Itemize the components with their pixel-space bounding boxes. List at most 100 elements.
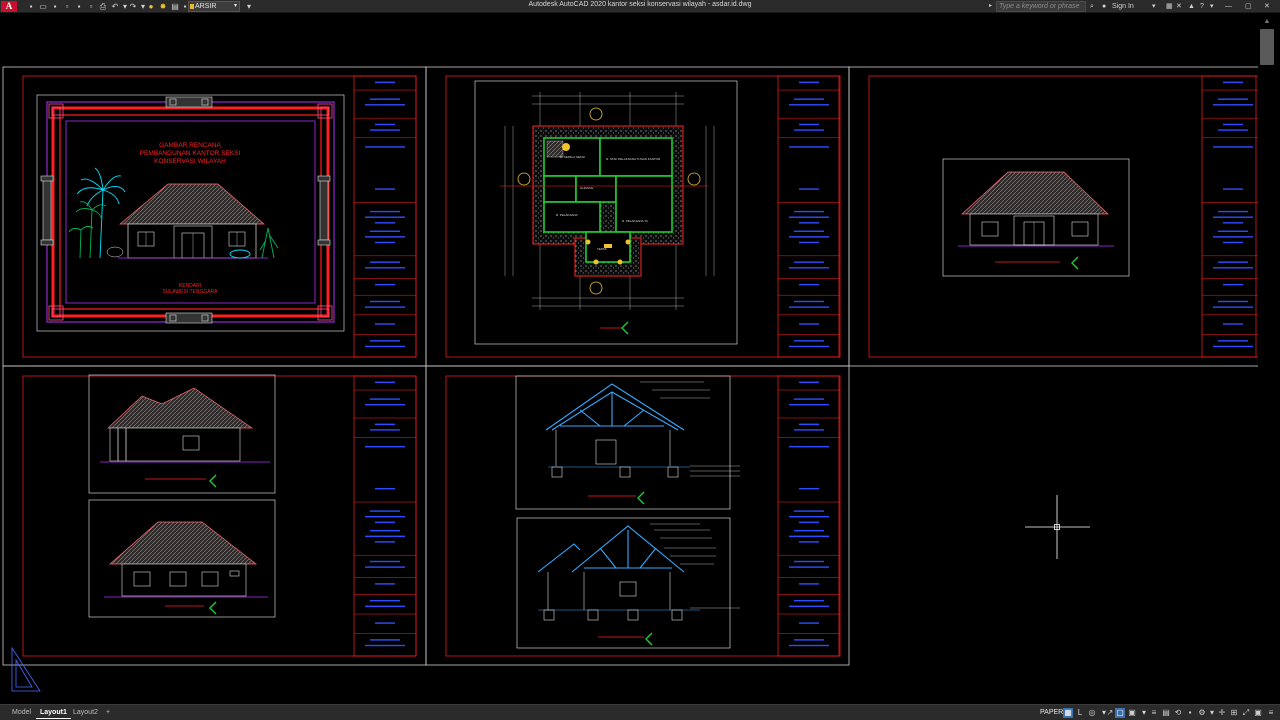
- section-b-leaders: [650, 523, 740, 609]
- layout-drawing[interactable]: GAMBAR RENCANA PEMBANGUNAN KANTOR SEKSI …: [0, 13, 1265, 704]
- minimize-icon[interactable]: —: [1225, 1, 1232, 12]
- title-block-text-line: [1213, 267, 1253, 269]
- paper-space-toggle[interactable]: PAPER: [1040, 708, 1063, 718]
- customize-icon[interactable]: ▾: [244, 2, 254, 11]
- title-block-text-line: [375, 123, 395, 126]
- help-dropdown-icon[interactable]: ▾: [1210, 1, 1214, 12]
- gear-dropdown-icon[interactable]: ▾: [1207, 708, 1217, 718]
- title-block-text-line: [799, 381, 819, 383]
- user-icon[interactable]: ●: [1102, 1, 1106, 12]
- title-block-text-line: [370, 230, 400, 232]
- plot-icon[interactable]: ⎙: [98, 2, 108, 11]
- connect-icon[interactable]: ▲: [1188, 1, 1195, 12]
- workspace-dropdown[interactable]: ARSIR ▾: [188, 1, 240, 12]
- hardware-accel-icon[interactable]: ▣: [1253, 708, 1263, 718]
- title-block-text-line: [370, 429, 400, 431]
- osnap-dropdown-icon[interactable]: ▾: [1139, 708, 1149, 718]
- tab-layout2[interactable]: Layout2: [69, 707, 102, 719]
- title-block-text-line: [1218, 230, 1248, 232]
- title-block-text-line: [365, 566, 405, 568]
- title-block-text-line: [365, 146, 405, 148]
- cloud-icon[interactable]: ▫: [86, 2, 96, 11]
- title-block-text-line: [789, 446, 829, 448]
- help-icon[interactable]: ?: [1200, 1, 1204, 12]
- isodraft-icon[interactable]: ↗: [1105, 708, 1115, 718]
- title-block-text-line: [365, 644, 405, 647]
- title-block-text-line: [1218, 340, 1248, 342]
- scroll-thumb[interactable]: [1260, 29, 1274, 65]
- title-block-text-line: [375, 488, 395, 490]
- title-block-text-line: [789, 516, 829, 518]
- undo-icon[interactable]: ↶: [110, 2, 120, 11]
- web-save-icon[interactable]: ▪: [74, 2, 84, 11]
- redo-icon[interactable]: ↷: [128, 2, 138, 11]
- title-block-text-line: [794, 530, 824, 532]
- workspace-label: ARSIR: [195, 3, 217, 10]
- title-block-text-line: [789, 216, 829, 218]
- light-bulb-icon[interactable]: ●: [146, 2, 156, 11]
- cover-location-line-2: SULAWESI TENGGARA: [162, 289, 218, 295]
- tab-layout1[interactable]: Layout1: [36, 707, 71, 719]
- title-block-text-line: [794, 261, 824, 263]
- section-a-paper: [515, 375, 731, 510]
- room-label-gudang: GUDANG: [580, 186, 594, 190]
- autocad-logo-icon[interactable]: A: [1, 1, 17, 12]
- maximize-icon[interactable]: ▢: [1245, 1, 1252, 12]
- search-icon[interactable]: ⌕: [1090, 1, 1094, 12]
- save-icon[interactable]: ▪: [50, 2, 60, 11]
- ortho-icon[interactable]: L: [1075, 708, 1085, 718]
- title-block-text-line: [1218, 98, 1248, 100]
- sign-in-link[interactable]: Sign In: [1112, 1, 1134, 12]
- customization-icon[interactable]: ≡: [1266, 708, 1276, 718]
- search-expand-icon[interactable]: ▸: [989, 1, 992, 12]
- osnap-icon[interactable]: ▢: [1115, 708, 1125, 718]
- title-block-text-line: [1213, 104, 1253, 106]
- chevron-down-icon: ▾: [233, 3, 237, 9]
- section-sheet: [515, 375, 740, 649]
- layer-icon[interactable]: ▤: [170, 2, 180, 11]
- pan-icon[interactable]: ✛: [1217, 708, 1227, 718]
- otrack-icon[interactable]: ▣: [1127, 708, 1137, 718]
- vertical-scrollbar[interactable]: ▲: [1258, 13, 1280, 704]
- tab-model[interactable]: Model: [8, 707, 35, 719]
- isolate-icon[interactable]: ⊞: [1229, 708, 1239, 718]
- save-as-icon[interactable]: ▫: [62, 2, 72, 11]
- polar-icon[interactable]: ◎: [1087, 708, 1097, 718]
- title-block-text-line: [370, 300, 400, 303]
- title-block-text-line: [375, 541, 395, 543]
- exchange-apps-icon[interactable]: ✕: [1176, 1, 1182, 12]
- section-b-paper: [516, 517, 731, 649]
- selection-cycling-icon[interactable]: ⟲: [1173, 708, 1183, 718]
- add-layout-icon[interactable]: +: [102, 707, 114, 719]
- open-icon[interactable]: ▭: [38, 2, 48, 11]
- title-block-text-line: [794, 129, 824, 131]
- annotation-icon[interactable]: ▪: [1185, 708, 1195, 718]
- scroll-up-icon[interactable]: ▲: [1260, 17, 1274, 27]
- title-block-text-line: [365, 104, 405, 106]
- title-block-text-line: [794, 98, 824, 100]
- title-block-text-line: [365, 345, 405, 348]
- transparency-icon[interactable]: ▤: [1161, 708, 1171, 718]
- title-block-text-line: [1218, 129, 1248, 131]
- title-block-text-line: [799, 541, 819, 543]
- title-block-text-line: [789, 104, 829, 106]
- cover-sheet: GAMBAR RENCANA PEMBANGUNAN KANTOR SEKSI …: [36, 94, 345, 332]
- title-block-text-line: [789, 306, 829, 308]
- close-icon[interactable]: ✕: [1264, 1, 1270, 12]
- lineweight-icon[interactable]: ≡: [1149, 708, 1159, 718]
- grid-icon[interactable]: ▦: [1063, 708, 1073, 718]
- title-block-text-line: [370, 639, 400, 641]
- sign-in-dropdown-icon[interactable]: ▾: [1152, 1, 1156, 12]
- title-block-text-line: [1213, 306, 1253, 308]
- title-block-text-line: [799, 283, 819, 286]
- cart-icon[interactable]: ▦: [1166, 1, 1173, 12]
- title-block-text-line: [375, 323, 395, 325]
- gear-icon[interactable]: ⚙: [1197, 708, 1207, 718]
- new-icon[interactable]: ▪: [26, 2, 36, 11]
- search-input[interactable]: Type a keyword or phrase: [996, 1, 1086, 12]
- sun-icon[interactable]: ✸: [158, 2, 168, 11]
- title-block-text-line: [365, 236, 405, 238]
- drawing-canvas[interactable]: GAMBAR RENCANA PEMBANGUNAN KANTOR SEKSI …: [0, 13, 1265, 704]
- fullscreen-icon[interactable]: ⤢: [1241, 708, 1251, 718]
- title-block-text-line: [1223, 241, 1243, 244]
